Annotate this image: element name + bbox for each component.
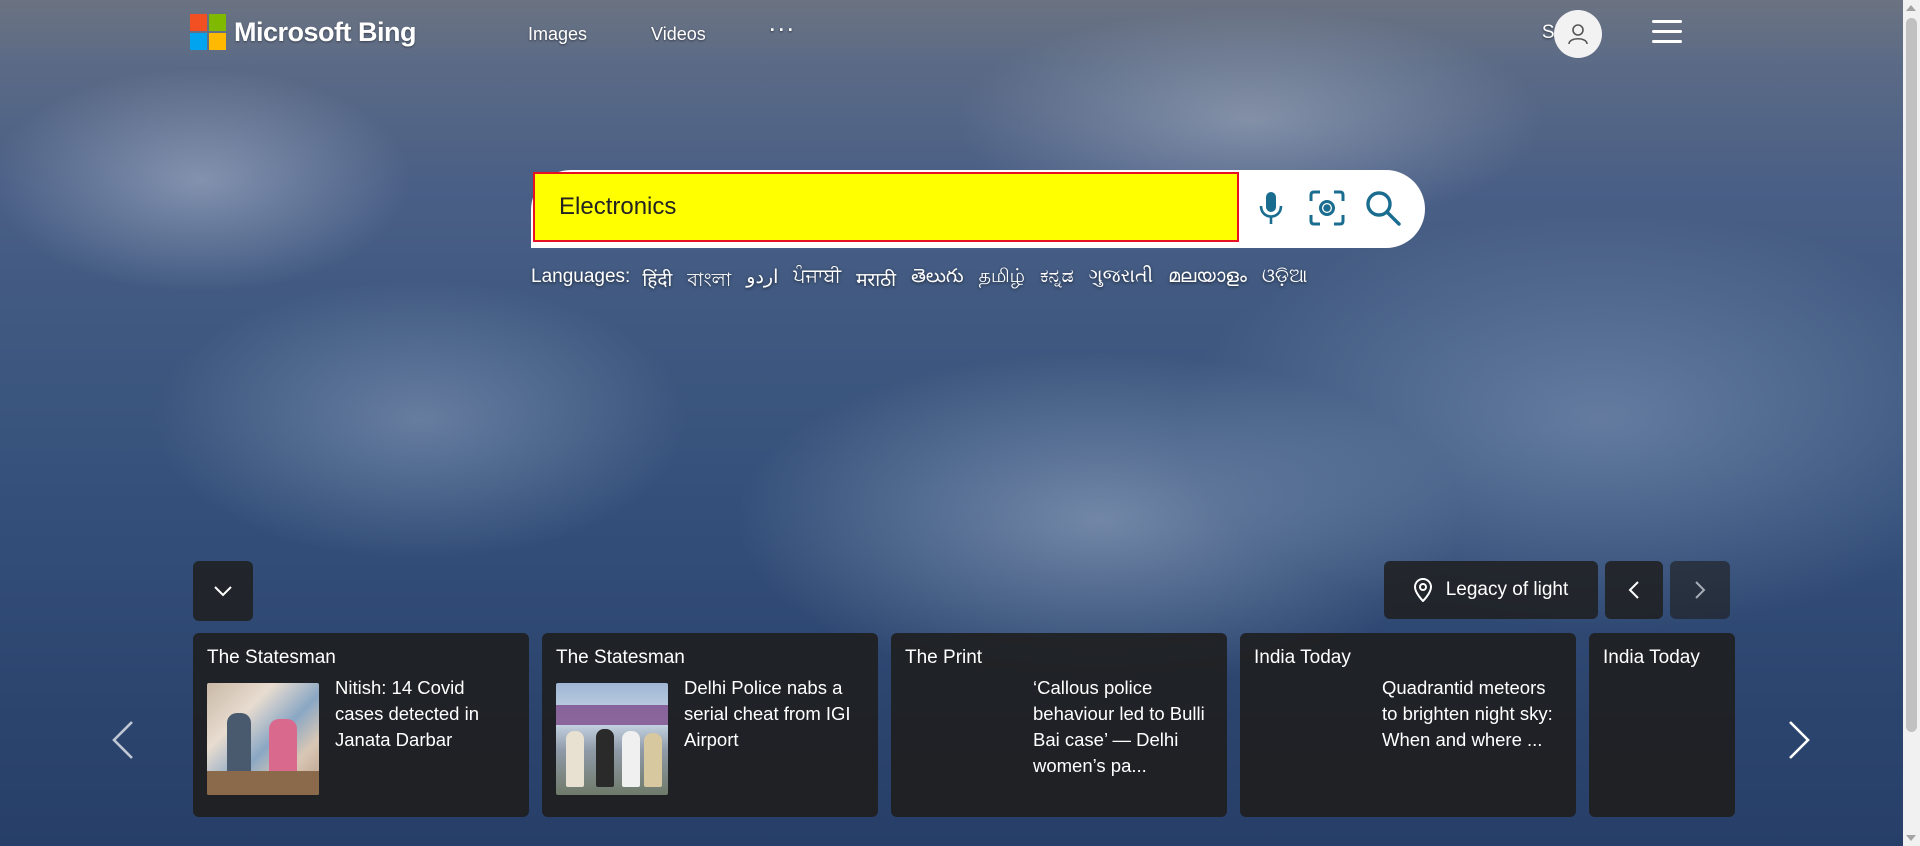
lang-kannada[interactable]: ಕನ್ನಡ: [1040, 266, 1074, 298]
user-icon: [1568, 24, 1588, 45]
news-thumbnail: [905, 683, 1017, 795]
page-scrollbar[interactable]: [1903, 0, 1920, 846]
scroll-down-icon[interactable]: [1906, 835, 1916, 841]
collapse-button[interactable]: [193, 561, 253, 621]
carousel-right-arrow-icon[interactable]: [1784, 718, 1814, 762]
news-thumbnail: [207, 683, 319, 795]
news-carousel: The Statesman Nitish: 14 Covid cases det…: [193, 633, 1735, 817]
brand-name: Microsoft Bing: [234, 16, 417, 47]
news-card[interactable]: The Print ‘Callous police behaviour led …: [891, 633, 1227, 817]
news-headline: Delhi Police nabs a serial cheat from IG…: [684, 677, 851, 750]
nav-more[interactable]: ···: [770, 20, 797, 45]
menu-hamburger-icon[interactable]: [1652, 20, 1682, 43]
lang-punjabi[interactable]: ਪੰਜਾਬੀ: [793, 266, 841, 298]
news-headline: Nitish: 14 Covid cases detected in Janat…: [335, 677, 479, 750]
carousel-left-arrow-icon[interactable]: [108, 718, 138, 762]
lang-tamil[interactable]: தமிழ்: [979, 266, 1025, 298]
news-source: India Today: [1603, 647, 1700, 668]
visual-search-icon[interactable]: [1306, 187, 1348, 229]
lang-marathi[interactable]: मराठी: [856, 266, 896, 298]
news-source: The Print: [905, 647, 983, 668]
lang-hindi[interactable]: हिंदी: [642, 266, 672, 298]
bing-logo[interactable]: Microsoft Bing: [190, 14, 417, 50]
news-source: The Statesman: [207, 647, 336, 668]
lang-bangla[interactable]: বাংলা: [687, 266, 731, 298]
languages-label: Languages:: [531, 266, 631, 287]
lang-urdu[interactable]: اردو: [746, 266, 778, 298]
news-thumbnail: [1254, 683, 1366, 795]
search-input[interactable]: [533, 172, 1239, 242]
lang-telugu[interactable]: తెలుగు: [911, 266, 963, 298]
news-headline: Quadrantid meteors to brighten night sky…: [1382, 677, 1553, 750]
news-source: India Today: [1254, 647, 1351, 668]
language-links: Languages: हिंदी বাংলা اردو ਪੰਜਾਬੀ मराठी…: [531, 266, 1307, 298]
chevron-left-icon: [1628, 581, 1639, 599]
news-source: The Statesman: [556, 647, 685, 668]
lang-malayalam[interactable]: മലയാളം: [1168, 266, 1247, 298]
search-icon[interactable]: [1362, 187, 1404, 229]
news-card[interactable]: India Today: [1589, 633, 1735, 817]
chevron-down-icon: [214, 586, 232, 597]
lang-gujarati[interactable]: ગુજરાતી: [1089, 266, 1153, 298]
top-nav: Images Videos ···: [528, 20, 861, 45]
next-image-button[interactable]: [1670, 561, 1730, 619]
avatar[interactable]: [1554, 10, 1602, 58]
lang-odia[interactable]: ଓଡ଼ିଆ: [1262, 266, 1308, 298]
scroll-up-icon[interactable]: [1906, 5, 1916, 11]
microsoft-logo-icon: [190, 14, 226, 50]
nav-videos[interactable]: Videos: [651, 24, 706, 45]
image-title: Legacy of light: [1445, 579, 1569, 600]
image-info-button[interactable]: Legacy of light: [1384, 561, 1598, 619]
news-card[interactable]: The Statesman Nitish: 14 Covid cases det…: [193, 633, 529, 817]
news-card[interactable]: The Statesman Delhi Police nabs a serial…: [542, 633, 878, 817]
scrollbar-thumb[interactable]: [1906, 18, 1917, 732]
microphone-icon[interactable]: [1250, 187, 1292, 229]
location-pin-icon: [1413, 578, 1432, 602]
previous-image-button[interactable]: [1605, 561, 1663, 619]
nav-images[interactable]: Images: [528, 24, 587, 45]
news-thumbnail: [556, 683, 668, 795]
chevron-right-icon: [1695, 581, 1706, 599]
news-headline: ‘Callous police behaviour led to Bulli B…: [1033, 677, 1205, 776]
news-card[interactable]: India Today Quadrantid meteors to bright…: [1240, 633, 1576, 817]
